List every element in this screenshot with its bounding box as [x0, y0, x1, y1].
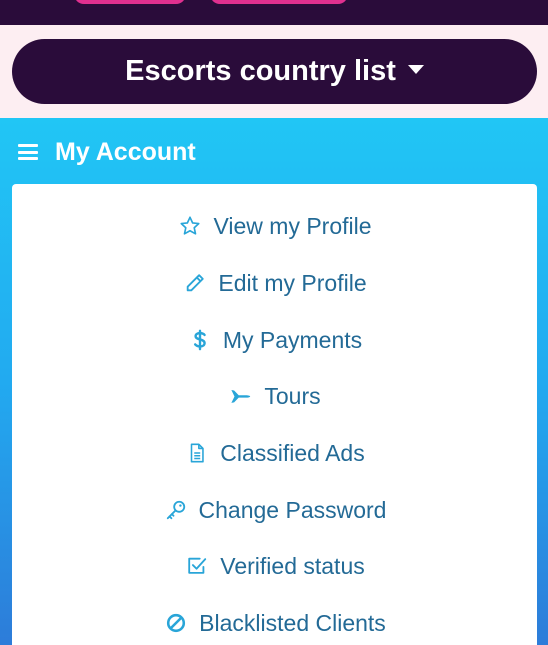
menu-item-label: Edit my Profile	[218, 269, 367, 296]
top-nav-pill-button[interactable]	[210, 0, 348, 4]
star-icon	[177, 213, 203, 239]
country-list-label: Escorts country list	[125, 55, 396, 87]
account-menu-card: View my Profile Edit my Profile My Payme…	[12, 184, 537, 645]
dollar-icon	[187, 327, 213, 353]
my-account-panel: My Account View my Profile Edit my Profi…	[0, 118, 548, 645]
caret-down-icon	[407, 65, 424, 74]
menu-item-edit-profile[interactable]: Edit my Profile	[12, 263, 537, 303]
document-icon	[184, 440, 210, 466]
ban-icon	[163, 610, 189, 636]
menu-item-label: Change Password	[198, 496, 387, 523]
menu-item-view-profile[interactable]: View my Profile	[12, 206, 537, 246]
menu-item-change-password[interactable]: Change Password	[12, 490, 537, 530]
my-account-title: My Account	[55, 137, 196, 166]
top-nav-pill-button[interactable]	[74, 0, 186, 4]
menu-item-my-payments[interactable]: My Payments	[12, 320, 537, 360]
hamburger-icon	[18, 144, 38, 160]
check-square-icon	[184, 553, 210, 579]
menu-item-label: Tours	[264, 382, 321, 409]
menu-item-label: Verified status	[220, 552, 365, 579]
menu-item-verified-status[interactable]: Verified status	[12, 546, 537, 586]
menu-item-classified-ads[interactable]: Classified Ads	[12, 433, 537, 473]
my-account-toggle[interactable]: My Account	[18, 134, 196, 170]
country-list-button[interactable]: Escorts country list	[12, 39, 537, 104]
menu-item-tours[interactable]: Tours	[12, 376, 537, 416]
menu-item-label: Classified Ads	[220, 439, 365, 466]
pencil-icon	[182, 270, 208, 296]
top-nav-bar	[0, 0, 548, 25]
plane-icon	[228, 383, 254, 409]
menu-item-label: View my Profile	[213, 212, 372, 239]
menu-item-label: My Payments	[222, 326, 363, 353]
menu-item-label: Blacklisted Clients	[199, 609, 386, 636]
key-icon	[163, 497, 189, 523]
menu-item-blacklisted-clients[interactable]: Blacklisted Clients	[12, 603, 537, 643]
